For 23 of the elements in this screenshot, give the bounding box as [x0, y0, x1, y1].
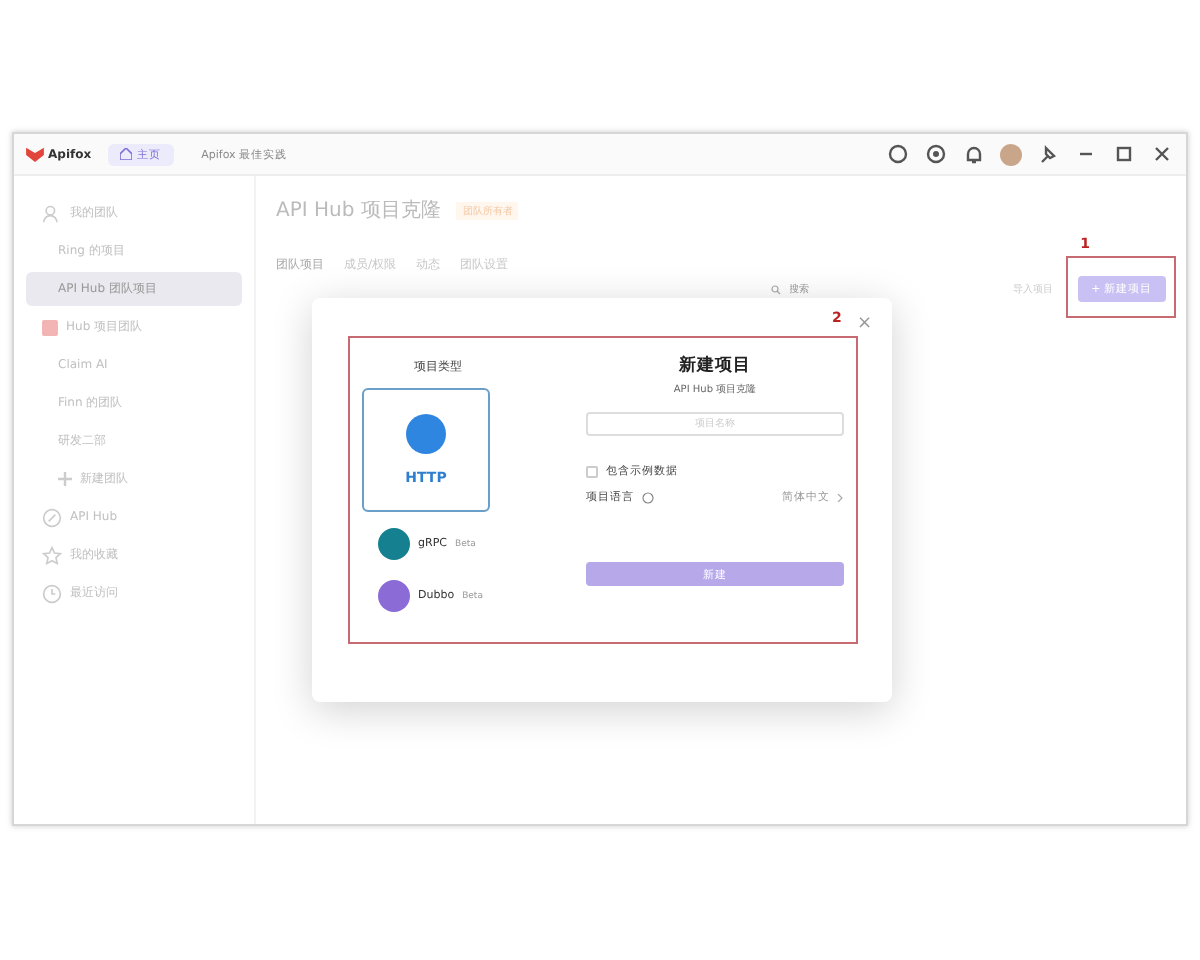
search-icon	[769, 283, 782, 295]
plus-icon	[58, 472, 72, 486]
page-title: API Hub 项目克隆	[276, 197, 441, 224]
clock-icon	[42, 583, 62, 603]
dialog-title: 新建项目	[679, 354, 751, 378]
home-icon	[119, 148, 132, 160]
pin-icon[interactable]	[1036, 142, 1060, 166]
hub-icon	[42, 507, 62, 527]
settings-icon[interactable]	[924, 142, 948, 166]
bell-icon[interactable]	[962, 142, 986, 166]
annotation-frame	[1065, 256, 1176, 318]
people-icon	[42, 203, 62, 223]
grpc-icon	[378, 528, 410, 560]
maximize-icon[interactable]	[1112, 142, 1136, 166]
api-icon	[406, 414, 446, 454]
chevron-icon	[836, 493, 844, 501]
close-icon[interactable]	[1150, 142, 1174, 166]
close-button[interactable]: ×	[856, 314, 872, 334]
checkbox[interactable]	[586, 465, 598, 477]
team-icon	[42, 319, 58, 335]
logo-icon	[26, 146, 44, 162]
dubbo-icon	[378, 580, 410, 612]
star-icon	[42, 545, 62, 565]
